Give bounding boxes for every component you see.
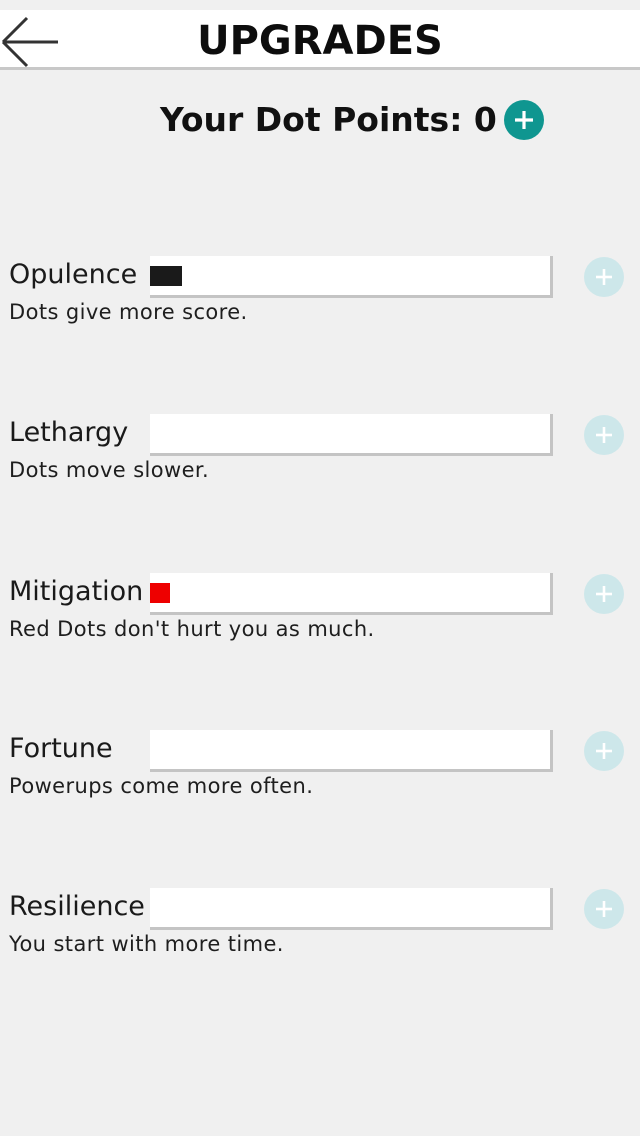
- plus-icon: [596, 269, 612, 285]
- upgrade-fortune-button[interactable]: [584, 731, 624, 771]
- upgrade-opulence-button[interactable]: [584, 257, 624, 297]
- upgrade-description: Dots move slower.: [9, 458, 210, 482]
- upgrade-fortune: Fortune Powerups come more often.: [0, 729, 640, 809]
- back-button[interactable]: [0, 12, 62, 70]
- upgrade-level-bar: [150, 256, 553, 298]
- upgrade-name: Resilience: [9, 891, 145, 922]
- upgrade-name: Lethargy: [9, 417, 129, 448]
- upgrade-level-bar: [150, 573, 553, 615]
- upgrade-name: Opulence: [9, 259, 138, 290]
- upgrade-resilience-button[interactable]: [584, 889, 624, 929]
- upgrade-description: You start with more time.: [9, 932, 284, 956]
- upgrade-mitigation: Mitigation Red Dots don't hurt you as mu…: [0, 572, 640, 652]
- upgrade-level-bar: [150, 888, 553, 930]
- upgrade-description: Powerups come more often.: [9, 774, 314, 798]
- page-title: UPGRADES: [197, 18, 443, 64]
- dot-points-label: Your Dot Points: 0: [160, 100, 497, 139]
- upgrade-lethargy: Lethargy Dots move slower.: [0, 413, 640, 493]
- upgrade-opulence: Opulence Dots give more score.: [0, 255, 640, 335]
- upgrade-level-bar: [150, 730, 553, 772]
- add-points-button[interactable]: [504, 100, 544, 140]
- dot-points-row: Your Dot Points: 0: [0, 96, 640, 146]
- upgrade-level-fill: [150, 266, 182, 286]
- plus-icon: [596, 427, 612, 443]
- header-bar: UPGRADES: [0, 10, 640, 70]
- upgrade-mitigation-button[interactable]: [584, 574, 624, 614]
- status-strip: [0, 0, 640, 10]
- plus-icon: [596, 586, 612, 602]
- upgrade-description: Dots give more score.: [9, 300, 248, 324]
- plus-icon: [596, 901, 612, 917]
- arrow-left-icon: [1, 16, 58, 68]
- upgrade-level-bar: [150, 414, 553, 456]
- plus-icon: [596, 743, 612, 759]
- plus-icon: [515, 111, 533, 129]
- upgrade-name: Fortune: [9, 733, 113, 764]
- upgrade-resilience: Resilience You start with more time.: [0, 887, 640, 967]
- upgrade-level-fill: [150, 583, 170, 603]
- upgrade-name: Mitigation: [9, 576, 144, 607]
- upgrade-description: Red Dots don't hurt you as much.: [9, 617, 375, 641]
- upgrade-lethargy-button[interactable]: [584, 415, 624, 455]
